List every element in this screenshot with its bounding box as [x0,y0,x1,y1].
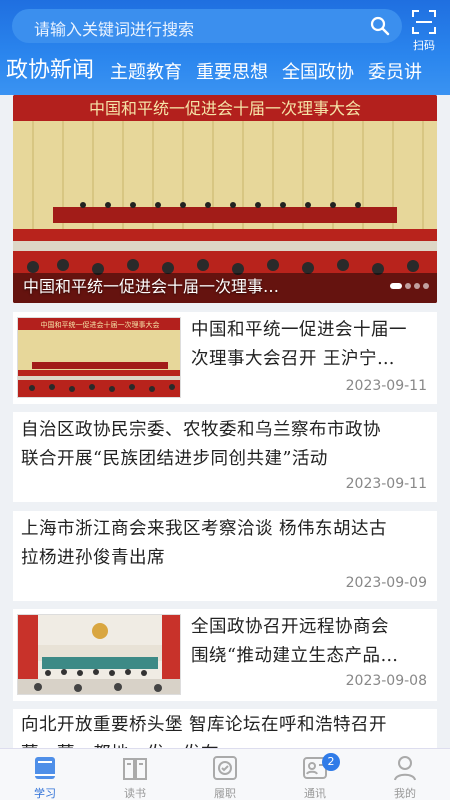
news-item[interactable]: 全国政协召开远程协商会 围绕“推动建立生态产品… 2023-09-08 [13,609,437,701]
news-thumbnail: 中国和平统一促进会十届一次理事大会 [17,317,181,398]
banner-carousel[interactable]: 中国和平统一促进会十届一次理事大会 中国和平统一促进会十届一次理事… [13,95,437,303]
carousel-dot[interactable] [423,283,429,289]
carousel-dot[interactable] [405,283,411,289]
carousel-dot[interactable] [390,283,402,289]
nav-profile[interactable]: 我的 [360,753,450,800]
banner-image: 中国和平统一促进会十届一次理事大会 [13,95,437,303]
news-date: 2023-09-08 [345,673,427,689]
search-placeholder[interactable]: 请输入关键词进行搜索 [34,16,194,40]
tab-theme-education[interactable]: 主题教育 [110,58,182,84]
nav-study[interactable]: 学习 [0,753,90,800]
news-item[interactable]: 中国和平统一促进会十届一次理事大会 中国和平统一促进会十届一 次理事大会召开 王… [13,312,437,404]
tab-news[interactable]: 政协新闻 [6,52,94,84]
study-icon [35,757,55,779]
news-date: 2023-09-11 [345,476,427,492]
news-title: 全国政协召开远程协商会 围绕“推动建立生态产品… [191,617,399,666]
app-root: 请输入关键词进行搜索 扫码 政协新闻 主题教育 重要思想 全国政协 委员讲 中国和平统一… [0,0,450,800]
news-date: 2023-09-11 [345,378,427,394]
news-title: 上海市浙江商会来我区考察洽谈 杨伟东胡达古 拉杨进孙俊青出席 [21,519,388,568]
nav-duty[interactable]: 履职 [180,753,270,800]
book-icon [123,758,147,780]
nav-reading[interactable]: 读书 [90,753,180,800]
unread-badge: 2 [322,753,340,771]
tab-member-talk[interactable]: 委员讲 [368,58,422,84]
header: 请输入关键词进行搜索 扫码 政协新闻 主题教育 重要思想 全国政协 委员讲 [0,0,450,95]
news-item[interactable]: 自治区政协民宗委、农牧委和乌兰察布市政协 联合开展“民族团结进步同创共建”活动 … [13,412,437,502]
category-tabs: 政协新闻 主题教育 重要思想 全国政协 委员讲 [0,52,450,88]
nav-contacts[interactable]: 2 通讯 [270,753,360,800]
banner-image-heading: 中国和平统一促进会十届一次理事大会 [89,99,361,118]
banner-caption[interactable]: 中国和平统一促进会十届一次理事… [23,273,279,297]
news-title: 自治区政协民宗委、农牧委和乌兰察布市政协 联合开展“民族团结进步同创共建”活动 [21,420,381,469]
scan-icon [412,10,436,34]
scan-button[interactable]: 扫码 [404,9,444,52]
news-date: 2023-09-09 [345,575,427,591]
search-icon[interactable] [370,16,390,36]
carousel-dot[interactable] [414,283,420,289]
news-title: 中国和平统一促进会十届一 次理事大会召开 王沪宁… [191,320,407,369]
tab-important-thought[interactable]: 重要思想 [196,58,268,84]
profile-icon [394,756,416,781]
news-item[interactable]: 上海市浙江商会来我区考察洽谈 杨伟东胡达古 拉杨进孙俊青出席 2023-09-0… [13,511,437,601]
search-bar[interactable]: 请输入关键词进行搜索 [12,9,402,43]
carousel-dots [387,274,429,293]
tab-national-cppcc[interactable]: 全国政协 [282,58,354,84]
duty-icon [213,756,237,780]
scan-label: 扫码 [413,39,435,52]
svg-text:中国和平统一促进会十届一次理事大会: 中国和平统一促进会十届一次理事大会 [41,320,160,329]
news-thumbnail [17,614,181,695]
bottom-nav: 学习 读书 履职 2 通讯 我的 [0,748,450,800]
